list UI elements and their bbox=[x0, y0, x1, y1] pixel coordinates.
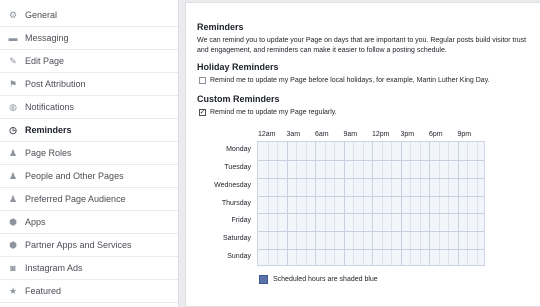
sidebar-item-apps[interactable]: ⬢ Apps bbox=[0, 211, 178, 234]
sidebar-item-edit-page[interactable]: ✎ Edit Page bbox=[0, 50, 178, 73]
time-label: 3am bbox=[286, 131, 301, 138]
custom-reminder-label: Remind me to update my Page regularly. bbox=[210, 109, 337, 116]
settings-sidebar: ⚙ General ▬ Messaging ✎ Edit Page ⚑ Post Attrib… bbox=[0, 0, 179, 307]
sidebar-item-label: Messaging bbox=[25, 33, 69, 43]
gear-icon: ⚙ bbox=[8, 9, 18, 20]
custom-reminder-checkbox[interactable]: ✓ bbox=[199, 109, 206, 116]
time-label: 6pm bbox=[429, 131, 443, 138]
sidebar-item-people-and-other-pages[interactable]: ♟ People and Other Pages bbox=[0, 165, 178, 188]
sidebar-item-label: Edit Page bbox=[25, 56, 65, 66]
sidebar-item-instagram-ads[interactable]: ◙ Instagram Ads bbox=[0, 257, 178, 280]
sidebar-item-partner-apps-and-services[interactable]: ⬢ Partner Apps and Services bbox=[0, 234, 178, 257]
sidebar-item-label: People and Other Pages bbox=[25, 171, 124, 181]
time-label: 12pm bbox=[372, 131, 390, 138]
grid-row-line bbox=[258, 249, 484, 251]
person-icon: ♟ bbox=[8, 147, 18, 158]
holiday-reminder-checkbox[interactable] bbox=[199, 77, 206, 84]
reminders-description: We can remind you to update your Page on… bbox=[197, 37, 527, 54]
partner-apps-icon: ⬢ bbox=[9, 239, 17, 250]
holiday-reminder-option[interactable]: Remind me to update my Page before local… bbox=[199, 77, 490, 84]
sidebar-item-label: General bbox=[25, 10, 58, 20]
schedule-grid[interactable] bbox=[257, 141, 485, 266]
grid-row-line bbox=[258, 231, 484, 233]
sidebar-item-post-attribution[interactable]: ⚑ Post Attribution bbox=[0, 73, 178, 96]
page-title: Reminders bbox=[197, 22, 244, 32]
time-label: 12am bbox=[258, 131, 276, 138]
people-icon: ♟ bbox=[8, 170, 18, 181]
flag-icon: ⚑ bbox=[8, 78, 18, 89]
legend-label: Scheduled hours are shaded blue bbox=[273, 276, 378, 283]
pencil-icon: ✎ bbox=[9, 55, 17, 66]
day-label: Thursday bbox=[221, 199, 251, 207]
sidebar-item-label: Instagram Ads bbox=[25, 263, 83, 273]
sidebar-item-label: Notifications bbox=[25, 102, 75, 112]
time-label: 9pm bbox=[457, 131, 472, 138]
schedule-legend: Scheduled hours are shaded blue bbox=[259, 275, 378, 284]
holiday-reminders-heading: Holiday Reminders bbox=[197, 62, 279, 72]
sidebar-item-preferred-page-audience[interactable]: ♟ Preferred Page Audience bbox=[0, 188, 178, 211]
custom-reminders-heading: Custom Reminders bbox=[197, 94, 280, 104]
star-icon: ★ bbox=[8, 285, 18, 296]
sidebar-item-general[interactable]: ⚙ General bbox=[0, 4, 178, 27]
day-label: Friday bbox=[231, 217, 251, 225]
sidebar-item-label: Reminders bbox=[25, 125, 72, 135]
grid-row-line bbox=[258, 177, 484, 179]
audience-icon: ♟ bbox=[8, 193, 18, 204]
sidebar-item-featured[interactable]: ★ Featured bbox=[0, 280, 178, 303]
sidebar-item-label: Preferred Page Audience bbox=[25, 194, 126, 204]
sidebar-item-label: Post Attribution bbox=[25, 79, 86, 89]
sidebar-item-messaging[interactable]: ▬ Messaging bbox=[0, 27, 178, 50]
globe-icon: ◍ bbox=[9, 101, 17, 112]
sidebar-item-label: Page Roles bbox=[25, 148, 72, 158]
sidebar-item-reminders[interactable]: ◷ Reminders bbox=[0, 119, 178, 142]
reminders-panel: Reminders We can remind you to update yo… bbox=[185, 2, 540, 307]
instagram-icon: ◙ bbox=[10, 263, 16, 273]
holiday-reminder-label: Remind me to update my Page before local… bbox=[210, 77, 490, 84]
sidebar-item-label: Apps bbox=[25, 217, 46, 227]
sidebar-item-notifications[interactable]: ◍ Notifications bbox=[0, 96, 178, 119]
grid-row-line bbox=[258, 195, 484, 197]
day-label: Sunday bbox=[227, 253, 251, 261]
sidebar-item-page-roles[interactable]: ♟ Page Roles bbox=[0, 142, 178, 165]
legend-swatch bbox=[259, 275, 268, 284]
messaging-icon: ▬ bbox=[8, 33, 18, 43]
apps-icon: ⬢ bbox=[9, 216, 17, 227]
time-label: 9am bbox=[343, 131, 358, 138]
clock-icon: ◷ bbox=[9, 124, 17, 135]
sidebar-item-label: Featured bbox=[25, 286, 62, 296]
day-label: Monday bbox=[226, 146, 251, 153]
day-label: Wednesday bbox=[214, 181, 251, 189]
time-label: 6am bbox=[315, 131, 329, 138]
time-label: 3pm bbox=[400, 131, 415, 138]
day-label: Saturday bbox=[222, 235, 251, 243]
grid-row-line bbox=[258, 159, 484, 161]
grid-row-line bbox=[258, 213, 484, 215]
day-label: Tuesday bbox=[224, 163, 251, 171]
custom-reminder-option[interactable]: ✓ Remind me to update my Page regularly. bbox=[199, 109, 337, 116]
sidebar-item-label: Partner Apps and Services bbox=[25, 240, 132, 250]
